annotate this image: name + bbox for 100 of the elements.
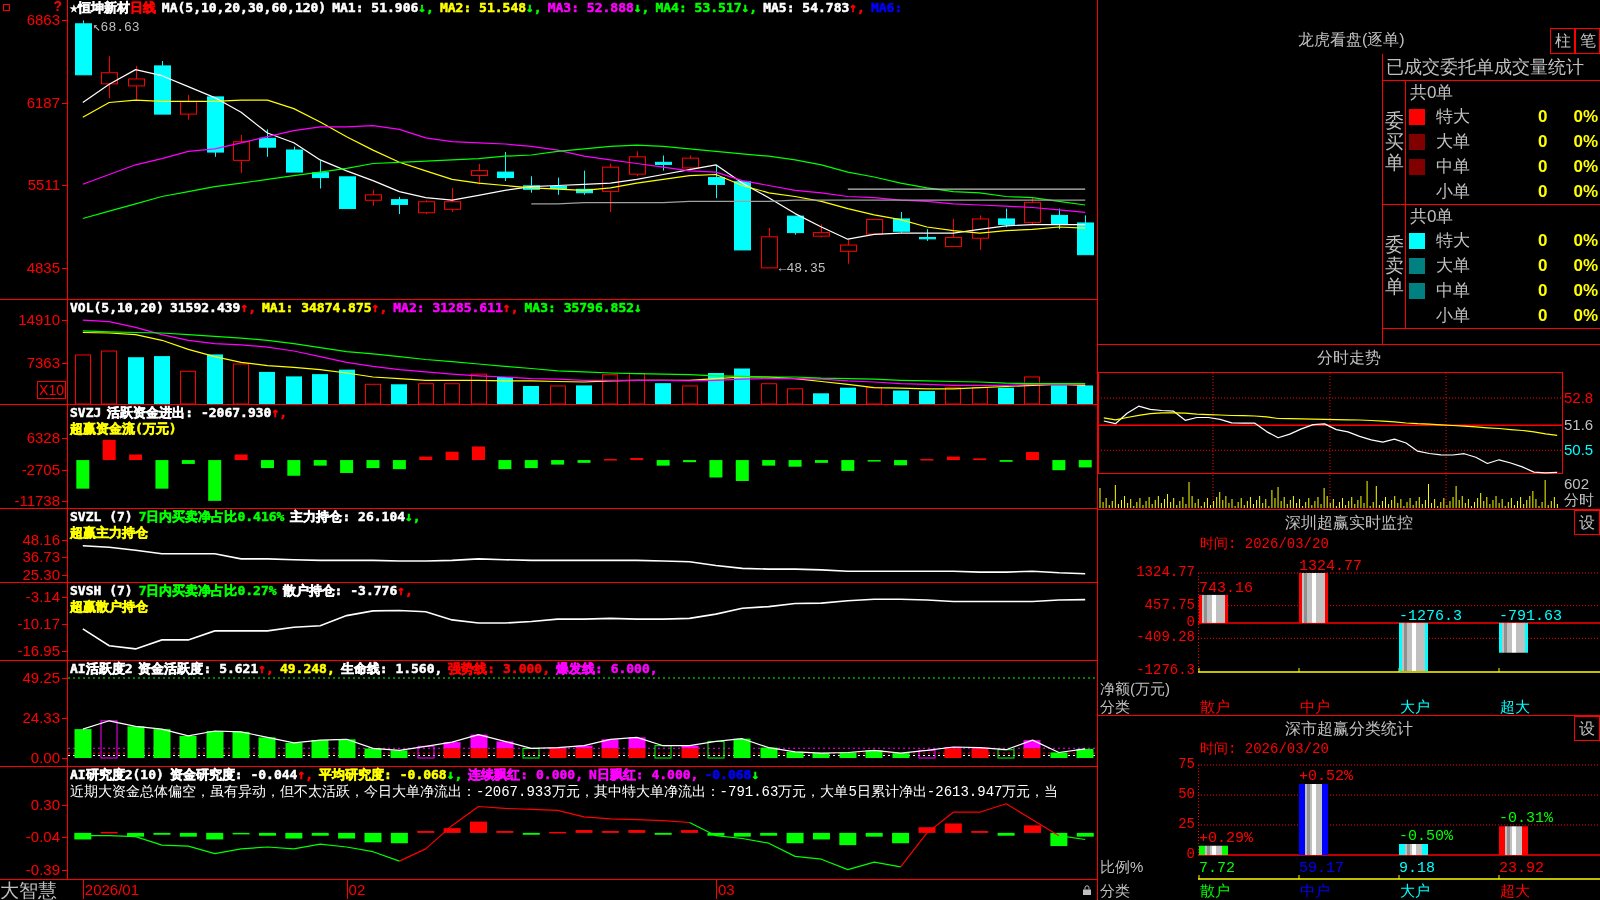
legend-text: MA1: 51.906 — [332, 1, 419, 15]
legend-text: SVZJ — [70, 406, 102, 420]
table-heading: 已成交委托单成交量统计 — [1386, 57, 1584, 77]
legend-text: ↑, — [371, 301, 388, 315]
axis-label: 6328 — [26, 430, 60, 445]
order-size-label: 中单 — [1436, 280, 1470, 301]
legend-text: VOL(5,10,20) — [70, 301, 164, 315]
group-label: 委买单 — [1384, 111, 1404, 174]
legend-text: ↓, — [741, 1, 758, 15]
category-label: 中户 — [1300, 882, 1330, 899]
change-label: +0.29% — [1199, 829, 1253, 847]
axis-label: 0 — [1186, 847, 1195, 862]
legend-text: ↑, — [271, 406, 288, 420]
axis-label: 50.5 — [1564, 442, 1594, 459]
legend-text: 强势线: 3.000, — [448, 662, 550, 676]
change-label: -0.31% — [1499, 810, 1553, 828]
axis-label: 0.30 — [30, 796, 60, 812]
legend-text: 平均研究度: -0.068 — [319, 768, 447, 782]
order-count: 0 — [1537, 181, 1548, 202]
axis-label: 4835 — [26, 259, 60, 275]
axis-label: 6863 — [26, 12, 60, 28]
group-label: 委卖单 — [1384, 235, 1404, 298]
category-label: 超大 — [1500, 698, 1530, 715]
legend-text: AI活跃度2 — [70, 662, 133, 676]
order-share: 0% — [1573, 156, 1598, 177]
axis-label: -16.95 — [17, 643, 60, 658]
legend-text: MA(5,10,20,30,60,120) — [161, 1, 327, 15]
axis-label: 52.8 — [1564, 390, 1594, 406]
legend-text: MA2: 51.548 — [439, 1, 527, 15]
order-total: 共0单 — [1410, 82, 1454, 103]
axis-label: 48.16 — [22, 531, 60, 547]
axis-label: 0.00 — [30, 750, 60, 765]
axis-label: 6187 — [26, 94, 60, 110]
legend-text: 爆发线: 6.000, — [556, 662, 658, 676]
section-title: 分时走势 — [1317, 348, 1381, 367]
date-label: 2026/01 — [82, 880, 140, 899]
price-annotation: ←48.35 — [778, 260, 826, 276]
order-count: 0 — [1537, 280, 1548, 301]
legend-text: 31592.439 — [169, 301, 241, 315]
legend-text: MA6: — [870, 1, 903, 15]
legend-text: MA1: 34874.875 — [262, 301, 372, 315]
panel-title: 龙虎看盘(逐单) — [1298, 31, 1405, 49]
axis-label: 5511 — [27, 177, 60, 193]
axis-label: 36.73 — [22, 549, 60, 565]
category-label: 中户 — [1300, 698, 1330, 715]
order-share: 0% — [1573, 106, 1598, 127]
axis-label: 75 — [1178, 757, 1195, 772]
order-count: 0 — [1537, 230, 1548, 251]
legend-text: ↑, — [258, 662, 274, 676]
section-title: 深圳超赢实时监控 — [1285, 513, 1413, 532]
legend-text: ↓ — [634, 301, 642, 315]
axis-label: 25.30 — [22, 566, 60, 582]
legend-text: ↓, — [526, 1, 542, 15]
legend-text: ↓ — [751, 768, 760, 782]
axis-label: 25 — [1178, 817, 1195, 832]
legend-text: 资金研究度: -0.044 — [169, 768, 298, 782]
order-share: 0% — [1573, 131, 1598, 152]
axis-label: 0 — [1186, 614, 1195, 630]
legend-text: MA3: 35796.852 — [524, 301, 635, 315]
legend-text: 超赢主力持仓 — [70, 526, 148, 540]
timestamp: 时间: 2026/03/20 — [1200, 536, 1329, 552]
axis-label: -11738 — [14, 493, 60, 508]
axis-label: 24.33 — [22, 710, 60, 726]
axis-title: 比例% — [1100, 859, 1144, 875]
legend-text: ★恒坤新材 — [70, 1, 130, 15]
section-title: 深市超赢分类统计 — [1285, 719, 1413, 738]
legend-text: 日线 — [129, 1, 156, 15]
order-size-label: 小单 — [1436, 181, 1470, 202]
legend-text: ↑, — [397, 584, 413, 598]
legend-text: N日飘红: 4.000, — [589, 768, 699, 782]
value-label: -791.63 — [1499, 607, 1562, 625]
legend-text: ↓, — [405, 510, 421, 524]
order-size-label: 大单 — [1436, 131, 1470, 152]
legend-text: 生命线: 1.560, — [340, 662, 443, 676]
category-label: 大户 — [1400, 882, 1430, 899]
value-label: 23.92 — [1499, 860, 1544, 877]
value-label: 1324.77 — [1299, 558, 1362, 575]
legend-text: MA5: 54.783 — [763, 1, 850, 15]
order-size-label: 小单 — [1436, 305, 1470, 326]
change-label: -0.50% — [1399, 828, 1453, 845]
brand-name: 大智慧 — [0, 880, 57, 900]
legend-text: 资金活跃度: 5.621 — [138, 662, 259, 676]
legend-text: SVSH (7) — [70, 584, 133, 598]
legend-text: 散户持仓: -3.776 — [282, 584, 398, 598]
value-label: 9.18 — [1399, 860, 1435, 877]
order-total: 共0单 — [1410, 206, 1454, 227]
legend-text: AI研究度2(10) — [70, 768, 164, 782]
order-share: 0% — [1573, 230, 1598, 251]
axis-label: -409.28 — [1136, 630, 1195, 646]
date-label: 02 — [346, 880, 366, 899]
value-label: -1276.3 — [1399, 607, 1462, 625]
change-label: +0.52% — [1299, 768, 1353, 785]
legend-text: 活跃资金进出: -2067.930 — [107, 406, 272, 420]
legend-text: ↓, — [418, 1, 434, 15]
order-count: 0 — [1537, 106, 1548, 127]
category-label: 超大 — [1500, 882, 1530, 899]
axis-label: -10.17 — [17, 616, 60, 632]
legend-text: ↑, — [297, 768, 314, 782]
legend-text: 7日内买卖净占比0.27% — [138, 584, 277, 598]
axis-label: -0.39 — [25, 861, 60, 877]
